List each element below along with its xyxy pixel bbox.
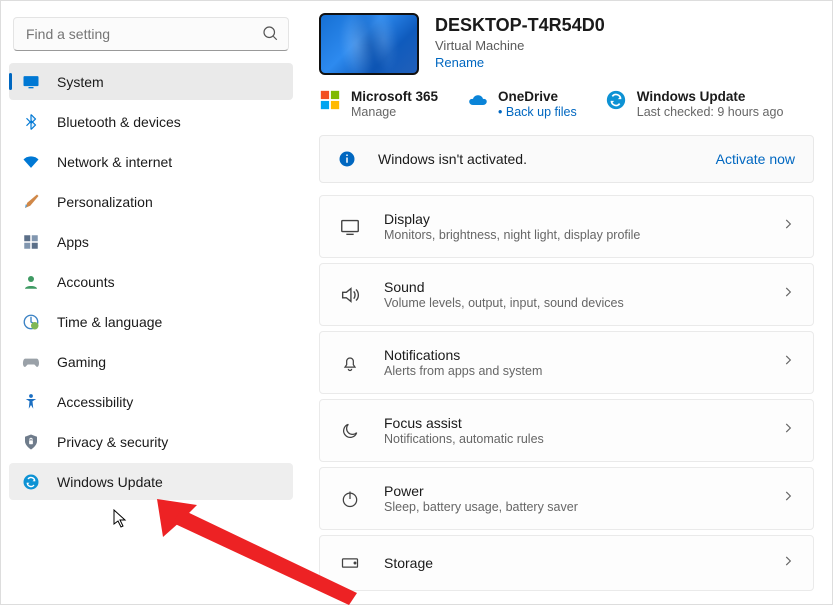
card-focus-assist[interactable]: Focus assistNotifications, automatic rul…	[319, 399, 814, 462]
gamepad-icon	[21, 352, 41, 372]
sidebar-item-network[interactable]: Network & internet	[9, 143, 293, 180]
activation-banner: Windows isn't activated. Activate now	[319, 135, 814, 183]
quick-links: Microsoft 365 Manage OneDrive Back up fi…	[319, 89, 814, 119]
quick-title: Windows Update	[637, 89, 784, 104]
quick-sub: Manage	[351, 105, 438, 119]
nav-label: Personalization	[57, 194, 153, 210]
drive-icon	[338, 551, 362, 575]
apps-icon	[21, 232, 41, 252]
nav-label: Privacy & security	[57, 434, 168, 450]
card-sub: Notifications, automatic rules	[384, 432, 781, 446]
speaker-icon	[338, 283, 362, 307]
bluetooth-icon	[21, 112, 41, 132]
nav-label: Windows Update	[57, 474, 163, 490]
card-sound[interactable]: SoundVolume levels, output, input, sound…	[319, 263, 814, 326]
shield-icon	[21, 432, 41, 452]
power-icon	[338, 487, 362, 511]
wifi-icon	[21, 152, 41, 172]
card-title: Display	[384, 211, 781, 227]
sidebar-item-accessibility[interactable]: Accessibility	[9, 383, 293, 420]
quick-sub: Back up files	[498, 105, 577, 119]
brush-icon	[21, 192, 41, 212]
card-sub: Volume levels, output, input, sound devi…	[384, 296, 781, 310]
update-sync-icon	[605, 89, 627, 111]
quick-onedrive[interactable]: OneDrive Back up files	[466, 89, 577, 119]
nav-label: Network & internet	[57, 154, 172, 170]
sidebar-item-windows-update[interactable]: Windows Update	[9, 463, 293, 500]
card-display[interactable]: DisplayMonitors, brightness, night light…	[319, 195, 814, 258]
bell-icon	[338, 351, 362, 375]
main-content: DESKTOP-T4R54D0 Virtual Machine Rename M…	[301, 1, 832, 604]
sidebar-item-bluetooth[interactable]: Bluetooth & devices	[9, 103, 293, 140]
search-box[interactable]	[13, 17, 289, 51]
card-title: Notifications	[384, 347, 781, 363]
chevron-right-icon	[781, 554, 795, 573]
nav-label: Gaming	[57, 354, 106, 370]
card-title: Sound	[384, 279, 781, 295]
chevron-right-icon	[781, 489, 795, 508]
activate-now-link[interactable]: Activate now	[716, 151, 795, 167]
nav-label: Apps	[57, 234, 89, 250]
search-input[interactable]	[13, 17, 289, 51]
card-sub: Alerts from apps and system	[384, 364, 781, 378]
nav-label: Bluetooth & devices	[57, 114, 181, 130]
card-notifications[interactable]: NotificationsAlerts from apps and system	[319, 331, 814, 394]
nav-label: Accessibility	[57, 394, 133, 410]
card-sub: Monitors, brightness, night light, displ…	[384, 228, 781, 242]
chevron-right-icon	[781, 353, 795, 372]
quick-microsoft365[interactable]: Microsoft 365 Manage	[319, 89, 438, 119]
system-icon	[21, 72, 41, 92]
quick-title: OneDrive	[498, 89, 577, 104]
banner-text: Windows isn't activated.	[378, 151, 716, 167]
clock-globe-icon	[21, 312, 41, 332]
sidebar-item-gaming[interactable]: Gaming	[9, 343, 293, 380]
moon-icon	[338, 419, 362, 443]
onedrive-icon	[466, 89, 488, 111]
accessibility-icon	[21, 392, 41, 412]
rename-link[interactable]: Rename	[435, 55, 484, 70]
person-icon	[21, 272, 41, 292]
card-sub: Sleep, battery usage, battery saver	[384, 500, 781, 514]
chevron-right-icon	[781, 285, 795, 304]
nav-label: Accounts	[57, 274, 115, 290]
info-icon	[338, 150, 356, 168]
sidebar-item-personalization[interactable]: Personalization	[9, 183, 293, 220]
nav-list: System Bluetooth & devices Network & int…	[9, 63, 293, 500]
sidebar-item-system[interactable]: System	[9, 63, 293, 100]
search-icon	[261, 24, 279, 47]
sidebar-item-accounts[interactable]: Accounts	[9, 263, 293, 300]
quick-title: Microsoft 365	[351, 89, 438, 104]
pc-header: DESKTOP-T4R54D0 Virtual Machine Rename	[319, 13, 814, 75]
sidebar-item-privacy[interactable]: Privacy & security	[9, 423, 293, 460]
chevron-right-icon	[781, 421, 795, 440]
card-storage[interactable]: Storage	[319, 535, 814, 591]
card-title: Power	[384, 483, 781, 499]
sidebar: System Bluetooth & devices Network & int…	[1, 1, 301, 604]
quick-windows-update[interactable]: Windows Update Last checked: 9 hours ago	[605, 89, 784, 119]
pc-name: DESKTOP-T4R54D0	[435, 15, 814, 36]
card-title: Focus assist	[384, 415, 781, 431]
monitor-icon	[338, 215, 362, 239]
sidebar-item-time[interactable]: Time & language	[9, 303, 293, 340]
nav-label: System	[57, 74, 104, 90]
card-power[interactable]: PowerSleep, battery usage, battery saver	[319, 467, 814, 530]
desktop-wallpaper-thumb[interactable]	[319, 13, 419, 75]
sidebar-item-apps[interactable]: Apps	[9, 223, 293, 260]
nav-label: Time & language	[57, 314, 162, 330]
chevron-right-icon	[781, 217, 795, 236]
card-title: Storage	[384, 555, 781, 571]
quick-sub: Last checked: 9 hours ago	[637, 105, 784, 119]
update-sync-icon	[21, 472, 41, 492]
settings-card-list: DisplayMonitors, brightness, night light…	[319, 195, 814, 591]
microsoft365-icon	[319, 89, 341, 111]
pc-type: Virtual Machine	[435, 38, 814, 53]
